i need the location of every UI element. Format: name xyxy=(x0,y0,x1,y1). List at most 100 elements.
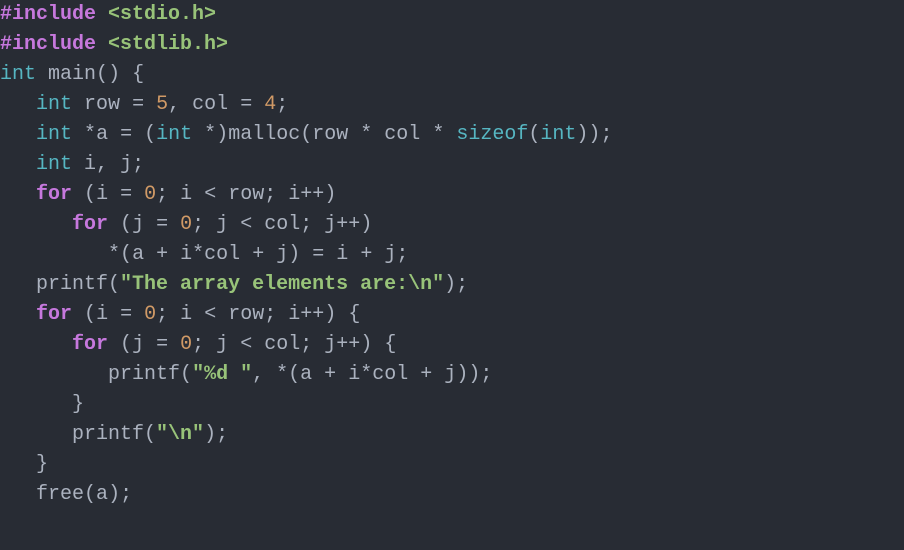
code-block: #include <stdio.h> #include <stdlib.h> i… xyxy=(0,0,904,510)
operator-star: * xyxy=(432,123,444,146)
operator-lt: < xyxy=(204,183,216,206)
preprocessor-directive: #include xyxy=(0,3,96,26)
string-literal: "%d " xyxy=(192,363,252,386)
number-literal: 0 xyxy=(180,213,192,236)
function-call: malloc xyxy=(228,123,300,146)
operator-eq: = xyxy=(156,333,168,356)
for-keyword: for xyxy=(72,333,108,356)
type-keyword: int xyxy=(36,123,72,146)
type-keyword: int xyxy=(0,63,36,86)
identifier: row xyxy=(312,123,348,146)
preprocessor-directive: #include xyxy=(0,33,96,56)
paren-open: ( xyxy=(120,333,132,356)
operator-eq: = xyxy=(120,303,132,326)
string-literal: "The array elements are:\n" xyxy=(120,273,444,296)
operator-inc: ++ xyxy=(336,213,360,236)
identifier: i xyxy=(180,183,192,206)
operator-star: * xyxy=(192,243,204,266)
operator-eq: = xyxy=(240,93,252,116)
paren-open: ( xyxy=(120,243,132,266)
operator-lt: < xyxy=(240,213,252,236)
operator-eq: = xyxy=(120,123,132,146)
paren-close: ) xyxy=(324,183,336,206)
identifier: i xyxy=(180,303,192,326)
operator-eq: = xyxy=(120,183,132,206)
paren open: ( xyxy=(120,213,132,236)
identifier: row xyxy=(228,303,264,326)
identifier: i xyxy=(348,363,360,386)
identifier: j xyxy=(444,363,456,386)
identifier: i xyxy=(288,183,300,206)
identifier: j xyxy=(120,153,132,176)
identifier: col xyxy=(372,363,408,386)
identifier: j xyxy=(324,333,336,356)
header-name: <stdlib.h> xyxy=(108,33,228,56)
identifier: i xyxy=(180,243,192,266)
comma: , xyxy=(96,153,108,176)
semicolon: ; xyxy=(192,213,204,236)
operator-plus: + xyxy=(360,243,372,266)
number-literal: 0 xyxy=(180,333,192,356)
semicolon: ; xyxy=(300,333,312,356)
paren-close: ) xyxy=(108,63,120,86)
paren-open: ( xyxy=(96,63,108,86)
semicolon: ; xyxy=(276,93,288,116)
paren-close: ) xyxy=(468,363,480,386)
semicolon: ; xyxy=(156,303,168,326)
operator-star: * xyxy=(108,243,120,266)
string-literal: "\n" xyxy=(156,423,204,446)
identifier: j xyxy=(132,213,144,236)
paren-open: ( xyxy=(108,273,120,296)
paren-close: ) xyxy=(204,423,216,446)
operator-star: * xyxy=(360,123,372,146)
identifier: col xyxy=(264,333,300,356)
operator-plus: + xyxy=(252,243,264,266)
paren-open: ( xyxy=(84,483,96,506)
identifier: j xyxy=(132,333,144,356)
paren-open: ( xyxy=(84,303,96,326)
identifier: col xyxy=(204,243,240,266)
operator-inc: ++ xyxy=(300,183,324,206)
identifier: i xyxy=(84,153,96,176)
operator-star: * xyxy=(360,363,372,386)
semicolon: ; xyxy=(600,123,612,146)
sizeof-keyword: sizeof xyxy=(456,123,528,146)
semicolon: ; xyxy=(120,483,132,506)
identifier: i xyxy=(96,303,108,326)
paren-open: ( xyxy=(84,183,96,206)
identifier: col xyxy=(384,123,420,146)
for-keyword: for xyxy=(36,183,72,206)
operator-inc: ++ xyxy=(300,303,324,326)
identifier: col xyxy=(264,213,300,236)
paren-close: ) xyxy=(456,363,468,386)
paren-open: ( xyxy=(288,363,300,386)
semicolon: ; xyxy=(300,213,312,236)
brace-open: { xyxy=(132,63,144,86)
identifier: i xyxy=(336,243,348,266)
semicolon: ; xyxy=(216,423,228,446)
type-keyword: int xyxy=(36,93,72,116)
operator-eq: = xyxy=(132,93,144,116)
function-call: printf xyxy=(108,363,180,386)
identifier: row xyxy=(84,93,120,116)
operator-star: * xyxy=(84,123,96,146)
identifier: j xyxy=(216,333,228,356)
number-literal: 0 xyxy=(144,303,156,326)
semicolon: ; xyxy=(396,243,408,266)
identifier: a xyxy=(96,483,108,506)
semicolon: ; xyxy=(156,183,168,206)
brace-open: { xyxy=(384,333,396,356)
identifier: a xyxy=(300,363,312,386)
operator-lt: < xyxy=(204,303,216,326)
number-literal: 4 xyxy=(264,93,276,116)
paren-close: ) xyxy=(360,333,372,356)
operator-lt: < xyxy=(240,333,252,356)
function-call: free xyxy=(36,483,84,506)
paren-close: ) xyxy=(576,123,588,146)
paren-open: ( xyxy=(300,123,312,146)
operator-star: * xyxy=(276,363,288,386)
semicolon: ; xyxy=(264,183,276,206)
brace-close: } xyxy=(36,453,48,476)
identifier: j xyxy=(324,213,336,236)
paren-close: ) xyxy=(216,123,228,146)
